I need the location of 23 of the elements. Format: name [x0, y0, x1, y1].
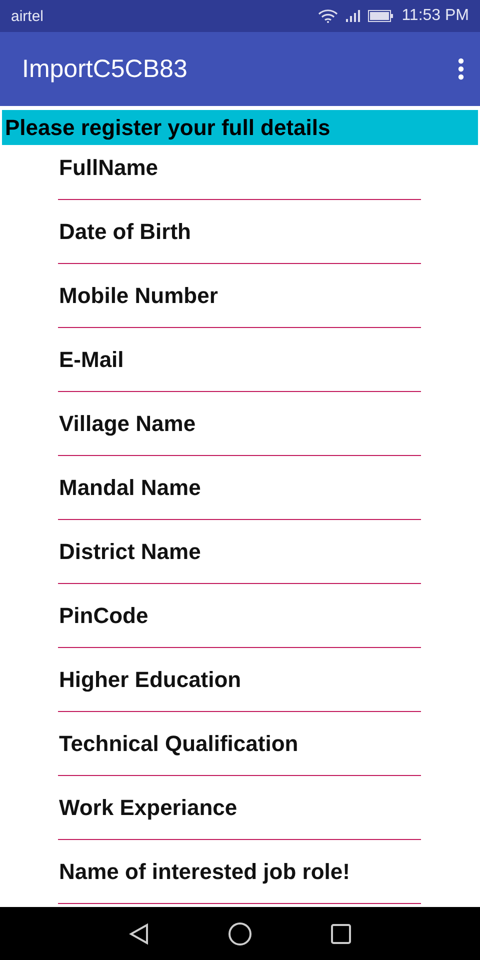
input-field[interactable]: Name of interested job role!: [58, 849, 421, 904]
signal-icon: [346, 10, 360, 22]
battery-icon: [368, 10, 394, 22]
input-field[interactable]: District Name: [58, 529, 421, 584]
input-field[interactable]: Village Name: [58, 401, 421, 456]
input-field[interactable]: Mobile Number: [58, 273, 421, 328]
back-icon[interactable]: [129, 922, 150, 944]
home-icon[interactable]: [228, 922, 252, 946]
input-field[interactable]: FullName: [58, 145, 421, 200]
input-field[interactable]: Work Experiance: [58, 785, 421, 840]
app-title: ImportC5CB83: [22, 54, 188, 84]
input-field[interactable]: E-Mail: [58, 337, 421, 392]
input-field[interactable]: Date of Birth: [58, 209, 421, 264]
recents-icon[interactable]: [330, 924, 351, 944]
wifi-icon: [318, 9, 338, 23]
clock-time: 11:53 PM: [402, 7, 469, 25]
register-banner: Please register your full details: [2, 110, 478, 145]
input-field[interactable]: Mandal Name: [58, 465, 421, 520]
carrier-name: airtel: [11, 8, 45, 24]
input-field[interactable]: PinCode: [58, 593, 421, 648]
overflow-menu-icon[interactable]: [458, 58, 464, 80]
input-field[interactable]: Technical Qualification: [58, 721, 421, 776]
input-field[interactable]: Higher Education: [58, 657, 421, 712]
